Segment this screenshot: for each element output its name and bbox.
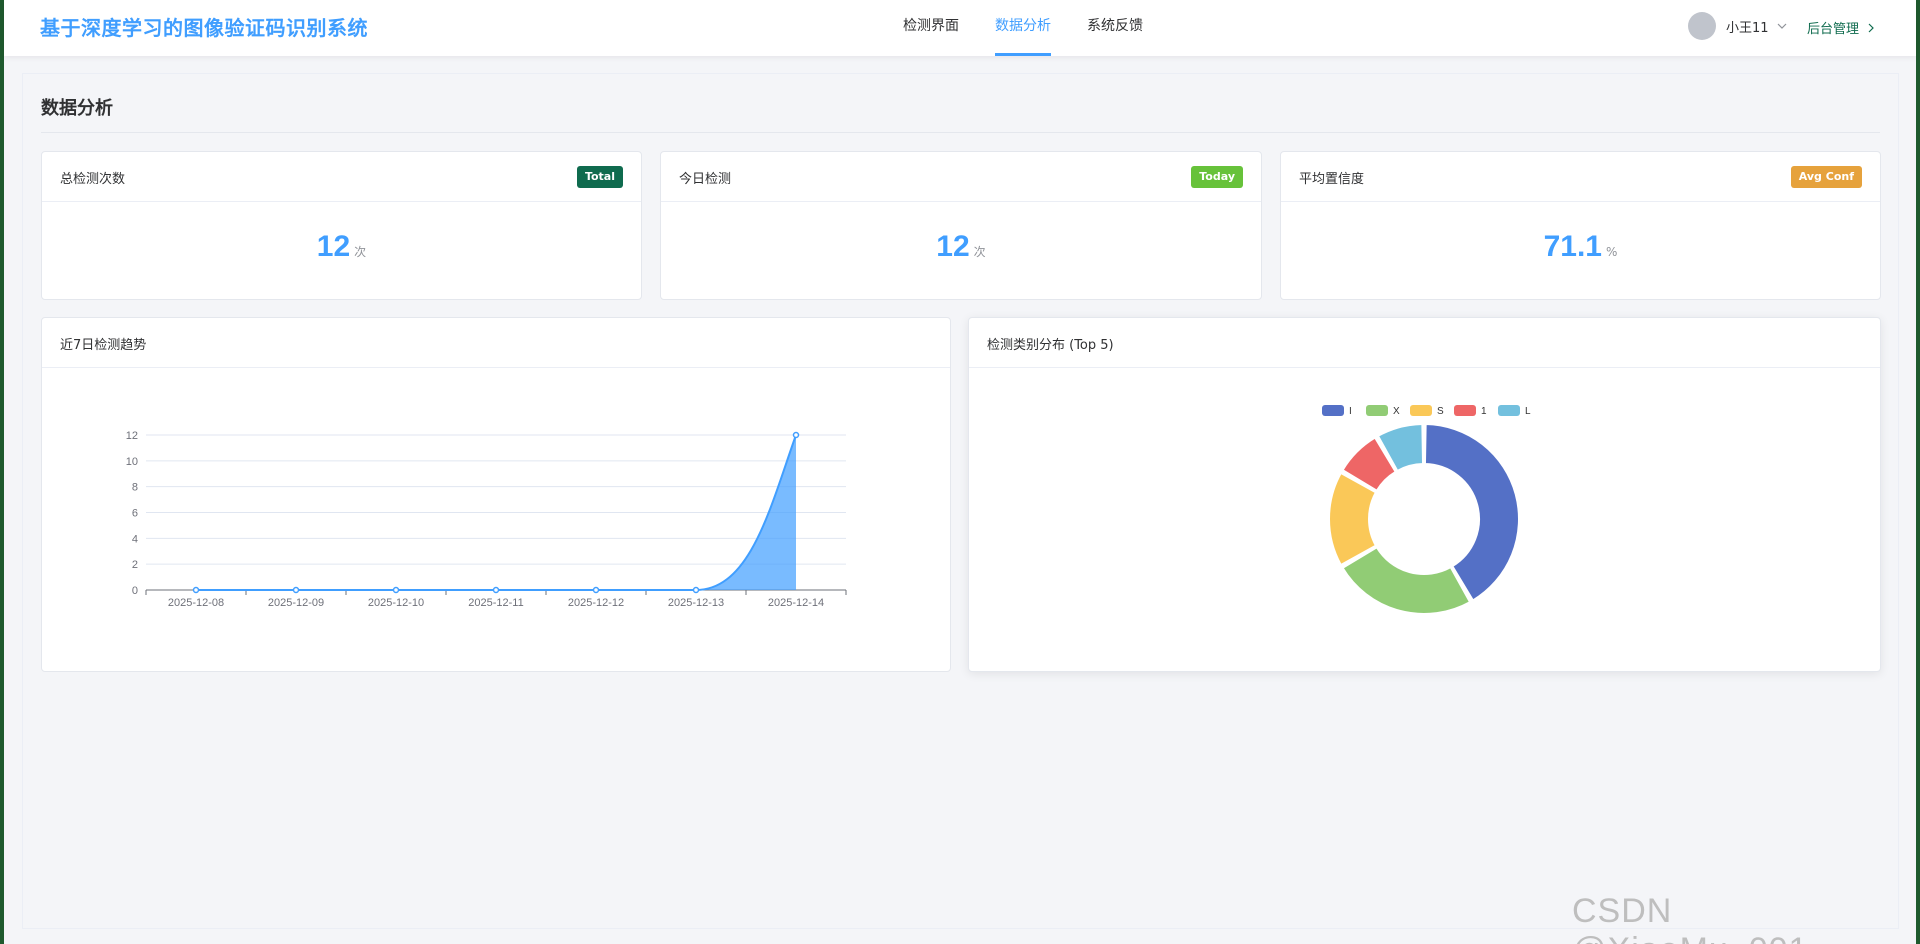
stat-number: 12 <box>316 230 351 263</box>
category-pie-chart: I X S 1 L <box>1322 405 1531 615</box>
y-tick-label: 4 <box>132 533 138 545</box>
stat-unit: 次 <box>973 245 986 259</box>
x-tick-label: 2025-12-12 <box>568 597 624 609</box>
admin-link-label: 后台管理 <box>1807 22 1860 37</box>
user-menu[interactable]: 小王11 <box>1688 12 1789 40</box>
data-point <box>792 431 800 439</box>
stat-value: 71.1% <box>1281 230 1880 264</box>
stat-card-avg-conf: 平均置信度 Avg Conf 71.1% <box>1280 151 1881 300</box>
app-frame: 基于深度学习的图像验证码识别系统 检测界面 数据分析 系统反馈 小王11 后台管… <box>4 0 1916 944</box>
user-name: 小王11 <box>1726 20 1769 36</box>
stat-value: 12 次 <box>661 230 1261 264</box>
data-point <box>592 586 600 594</box>
x-tick-label: 2025-12-08 <box>168 597 224 609</box>
pie-slice <box>1341 546 1472 615</box>
status-badge: Total <box>576 166 623 188</box>
stat-unit: % <box>1605 245 1618 259</box>
avatar <box>1688 12 1716 40</box>
card-title: 检测类别分布 (Top 5) <box>987 338 1114 353</box>
x-tick-label: 2025-12-10 <box>368 597 424 609</box>
data-point <box>692 586 700 594</box>
data-point <box>492 586 500 594</box>
legend-label: S <box>1437 406 1444 417</box>
stat-card-today: 今日检测 Today 12 次 <box>660 151 1262 300</box>
card-header: 今日检测 Today <box>661 152 1261 202</box>
legend-swatch <box>1322 405 1344 416</box>
main-panel: 数据分析 总检测次数 Total 12 次 今日检测 Today 12 次 平均置信… <box>22 73 1899 929</box>
legend-label: I <box>1349 406 1352 417</box>
title-divider <box>41 132 1880 133</box>
data-point <box>192 586 200 594</box>
main-nav: 检测界面 数据分析 系统反馈 <box>903 0 1179 56</box>
app-title: 基于深度学习的图像验证码识别系统 <box>40 16 368 40</box>
card-title: 近7日检测趋势 <box>60 338 147 353</box>
chevron-down-icon <box>1777 23 1786 29</box>
status-badge: Today <box>1191 166 1243 188</box>
top-header: 基于深度学习的图像验证码识别系统 检测界面 数据分析 系统反馈 小王11 后台管… <box>4 0 1916 56</box>
card-header: 检测类别分布 (Top 5) <box>969 318 1880 368</box>
card-header: 近7日检测趋势 <box>42 318 950 368</box>
card-header: 总检测次数 Total <box>42 152 641 202</box>
page-title: 数据分析 <box>41 98 113 119</box>
nav-item-feedback[interactable]: 系统反馈 <box>1087 0 1143 56</box>
card-title: 总检测次数 <box>60 172 126 187</box>
watermark: CSDN @XiaoMu_001 <box>1572 892 1807 944</box>
y-tick-label: 12 <box>126 430 138 442</box>
category-chart-card: 检测类别分布 (Top 5) I X S 1 L <box>968 317 1881 672</box>
nav-item-analysis[interactable]: 数据分析 <box>995 0 1051 56</box>
x-tick-label: 2025-12-14 <box>768 597 824 609</box>
card-header: 平均置信度 Avg Conf <box>1281 152 1880 202</box>
stat-number: 12 <box>936 230 970 263</box>
card-title: 今日检测 <box>679 172 732 187</box>
x-tick-label: 2025-12-11 <box>468 597 523 609</box>
y-tick-label: 0 <box>132 585 138 597</box>
legend-label: L <box>1525 406 1531 417</box>
y-tick-label: 2 <box>132 559 138 571</box>
legend-swatch <box>1366 405 1388 416</box>
x-tick-label: 2025-12-09 <box>268 597 324 609</box>
y-tick-label: 10 <box>126 456 138 468</box>
card-title: 平均置信度 <box>1299 172 1365 187</box>
stat-value: 12 次 <box>42 230 641 264</box>
legend-swatch <box>1498 405 1520 416</box>
data-point <box>292 586 300 594</box>
legend-swatch <box>1454 405 1476 416</box>
legend-label: X <box>1393 406 1400 417</box>
legend-swatch <box>1410 405 1432 416</box>
status-badge: Avg Conf <box>1790 166 1862 188</box>
stat-card-total: 总检测次数 Total 12 次 <box>41 151 642 300</box>
y-tick-label: 6 <box>132 508 138 520</box>
stat-unit: 次 <box>354 245 367 259</box>
trend-chart-card: 近7日检测趋势 0 2 4 6 8 10 12 2025-12-08 2025-12-09 202… <box>41 317 951 672</box>
stat-number: 71.1 <box>1543 230 1602 263</box>
chevron-right-icon <box>1868 23 1874 32</box>
x-tick-label: 2025-12-13 <box>668 597 724 609</box>
data-point <box>392 586 400 594</box>
y-tick-label: 8 <box>132 482 138 494</box>
legend-label: 1 <box>1481 406 1487 417</box>
admin-link[interactable]: 后台管理 <box>1807 18 1877 37</box>
trend-chart: 0 2 4 6 8 10 12 2025-12-08 2025-12-09 2025-12-10 2… <box>126 430 847 609</box>
nav-item-detection[interactable]: 检测界面 <box>903 0 959 56</box>
